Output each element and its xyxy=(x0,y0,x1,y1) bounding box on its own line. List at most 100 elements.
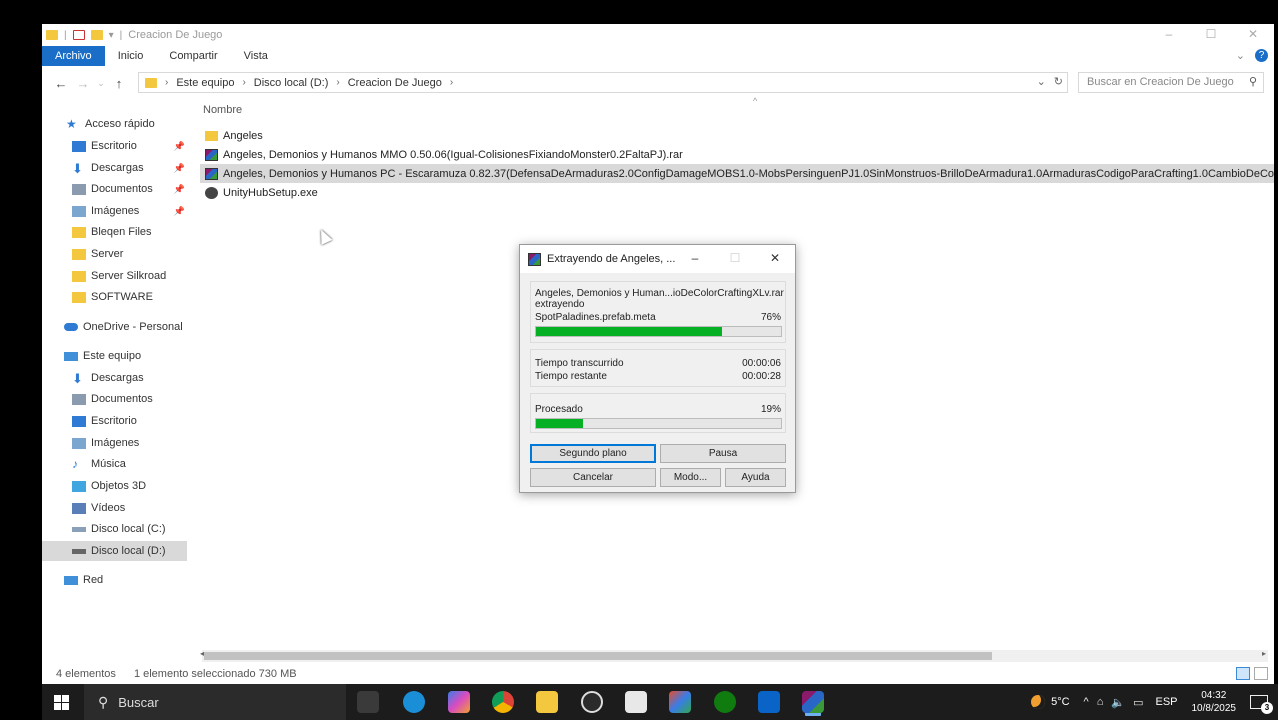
clock[interactable]: 04:32 10/8/2025 xyxy=(1192,689,1237,715)
help-icon[interactable]: ? xyxy=(1255,49,1268,62)
file-name: UnityHubSetup.exe xyxy=(223,186,318,199)
search-input[interactable]: Buscar en Creacion De Juego ⚲ xyxy=(1078,72,1264,93)
copilot-icon[interactable] xyxy=(448,691,470,713)
expand-ribbon-icon[interactable]: ⌄ xyxy=(1236,49,1245,62)
extraction-dialog: Extrayendo de Angeles, ... – ☐ ✕ Angeles… xyxy=(519,244,796,493)
file-row[interactable]: Angeles xyxy=(200,126,1274,145)
windows-start-icon[interactable] xyxy=(54,695,69,710)
customize-quick-access-icon[interactable]: ▾ xyxy=(109,30,114,41)
unity-installer-icon xyxy=(205,186,218,199)
sidebar-item-acceso-rapido[interactable]: ★ Acceso rápido xyxy=(42,114,187,134)
sidebar-item-bleqen-files[interactable]: Bleqen Files xyxy=(42,222,187,242)
recent-locations-icon[interactable]: ⌄ xyxy=(94,78,108,89)
horizontal-scrollbar[interactable]: ◂ ▸ xyxy=(200,649,1268,662)
sidebar-item-videos[interactable]: Vídeos xyxy=(42,498,187,518)
details-view-icon[interactable] xyxy=(1236,667,1250,680)
sidebar-item-server-silkroad[interactable]: Server Silkroad xyxy=(42,266,187,286)
file-progress-bar xyxy=(535,326,782,337)
pause-button[interactable]: Pausa xyxy=(660,444,786,463)
minimize-button[interactable]: – xyxy=(1148,24,1190,46)
scroll-right-icon[interactable]: ▸ xyxy=(1262,649,1266,658)
address-bar[interactable]: › Este equipo › Disco local (D:) › Creac… xyxy=(138,72,1068,93)
total-progress-fill xyxy=(536,419,583,428)
sidebar-item-documentos[interactable]: Documentos 📌 xyxy=(42,179,187,199)
xbox-icon[interactable] xyxy=(714,691,736,713)
task-view-icon[interactable] xyxy=(357,691,379,713)
breadcrumb-disco-d[interactable]: Disco local (D:) xyxy=(254,77,329,89)
input-language[interactable]: ESP xyxy=(1155,696,1177,708)
sidebar-item-musica[interactable]: ♪ Música xyxy=(42,454,187,474)
maximize-button[interactable]: ☐ xyxy=(1190,24,1232,46)
new-folder-icon[interactable] xyxy=(90,30,103,40)
chrome-icon[interactable] xyxy=(492,691,514,713)
sidebar-item-red[interactable]: Red xyxy=(42,570,187,590)
battery-icon[interactable]: ▭ xyxy=(1133,696,1143,709)
tab-inicio[interactable]: Inicio xyxy=(105,46,157,66)
quick-access-toolbar: | ▾ | xyxy=(42,30,122,41)
dialog-minimize-button[interactable]: – xyxy=(675,245,715,273)
pin-icon: 📌 xyxy=(173,183,185,194)
sidebar-item-software[interactable]: SOFTWARE xyxy=(42,287,187,307)
screen: | ▾ | Creacion De Juego – ☐ ✕ Archivo In… xyxy=(0,0,1278,720)
sidebar-item-disco-d[interactable]: Disco local (D:) xyxy=(42,541,187,561)
help-button[interactable]: Ayuda xyxy=(725,468,786,487)
cancel-button[interactable]: Cancelar xyxy=(530,468,656,487)
file-explorer-icon[interactable] xyxy=(536,691,558,713)
scrollbar-thumb[interactable] xyxy=(204,652,992,660)
up-arrow-icon[interactable]: ↑ xyxy=(108,76,130,91)
current-file: SpotPaladines.prefab.meta xyxy=(535,312,656,323)
remaining-label: Tiempo restante xyxy=(535,371,607,382)
breadcrumb-creacion-de-juego[interactable]: Creacion De Juego xyxy=(348,77,442,89)
sidebar-item-imagenes-pc[interactable]: Imágenes xyxy=(42,433,187,453)
sidebar-item-este-equipo[interactable]: Este equipo xyxy=(42,346,187,366)
tab-compartir[interactable]: Compartir xyxy=(156,46,230,66)
outlook-icon[interactable] xyxy=(758,691,780,713)
network-status-icon[interactable]: ⌂ xyxy=(1097,696,1104,709)
sidebar-item-onedrive[interactable]: OneDrive - Personal xyxy=(42,317,187,337)
office-icon[interactable] xyxy=(669,691,691,713)
sidebar-item-label: Disco local (C:) xyxy=(91,523,166,535)
sidebar-item-documentos-pc[interactable]: Documentos xyxy=(42,389,187,409)
tab-archivo[interactable]: Archivo xyxy=(42,46,105,66)
close-button[interactable]: ✕ xyxy=(1232,24,1274,46)
sidebar-item-imagenes[interactable]: Imágenes 📌 xyxy=(42,201,187,221)
volume-icon[interactable]: 🔈 xyxy=(1111,696,1125,709)
store-icon[interactable] xyxy=(625,691,647,713)
dialog-close-button[interactable]: ✕ xyxy=(755,245,795,273)
sidebar-item-label: Música xyxy=(91,458,126,470)
back-arrow-icon[interactable]: ← xyxy=(50,76,72,91)
sidebar-item-descargas-pc[interactable]: ⬇ Descargas xyxy=(42,368,187,388)
show-hidden-icons-icon[interactable]: ^ xyxy=(1084,696,1089,709)
notifications-icon[interactable]: 3 xyxy=(1250,695,1273,714)
sidebar-item-objetos-3d[interactable]: Objetos 3D xyxy=(42,476,187,496)
weather-widget[interactable]: 5°C xyxy=(1031,695,1070,709)
search-icon: ⚲ xyxy=(1248,76,1257,88)
edge-icon[interactable] xyxy=(403,691,425,713)
address-dropdown-icon[interactable]: ⌄ xyxy=(1037,75,1046,88)
refresh-icon[interactable]: ↻ xyxy=(1054,75,1063,88)
sidebar-item-escritorio-pc[interactable]: Escritorio xyxy=(42,411,187,431)
sidebar-item-escritorio[interactable]: Escritorio 📌 xyxy=(42,136,187,156)
sidebar-item-descargas[interactable]: ⬇ Descargas 📌 xyxy=(42,158,187,178)
forward-arrow-icon[interactable]: → xyxy=(72,76,94,91)
taskbar-search-box[interactable]: ⚲ Buscar xyxy=(84,684,346,720)
sidebar-item-label: Objetos 3D xyxy=(91,480,147,492)
file-progress-fill xyxy=(536,327,723,336)
large-icons-view-icon[interactable] xyxy=(1254,667,1268,680)
background-button[interactable]: Segundo plano xyxy=(530,444,656,463)
dialog-body: Angeles, Demonios y Human...ioDeColorCra… xyxy=(530,281,786,487)
sidebar-item-disco-c[interactable]: Disco local (C:) xyxy=(42,519,187,539)
tab-vista[interactable]: Vista xyxy=(231,46,281,66)
file-row[interactable]: Angeles, Demonios y Humanos MMO 0.50.06(… xyxy=(200,145,1274,164)
sidebar-item-server[interactable]: Server xyxy=(42,244,187,264)
breadcrumb-este-equipo[interactable]: Este equipo xyxy=(176,77,234,89)
file-row-selected[interactable]: Angeles, Demonios y Humanos PC - Escaram… xyxy=(200,164,1274,183)
column-header-nombre[interactable]: Nombre xyxy=(203,104,242,116)
file-row[interactable]: UnityHubSetup.exe xyxy=(200,183,1274,202)
clock-app-icon[interactable] xyxy=(581,691,603,713)
winrar-icon[interactable] xyxy=(802,691,824,713)
properties-icon[interactable] xyxy=(72,30,85,40)
mode-button[interactable]: Modo... xyxy=(660,468,721,487)
temperature: 5°C xyxy=(1051,696,1070,708)
dialog-maximize-button: ☐ xyxy=(729,251,741,265)
